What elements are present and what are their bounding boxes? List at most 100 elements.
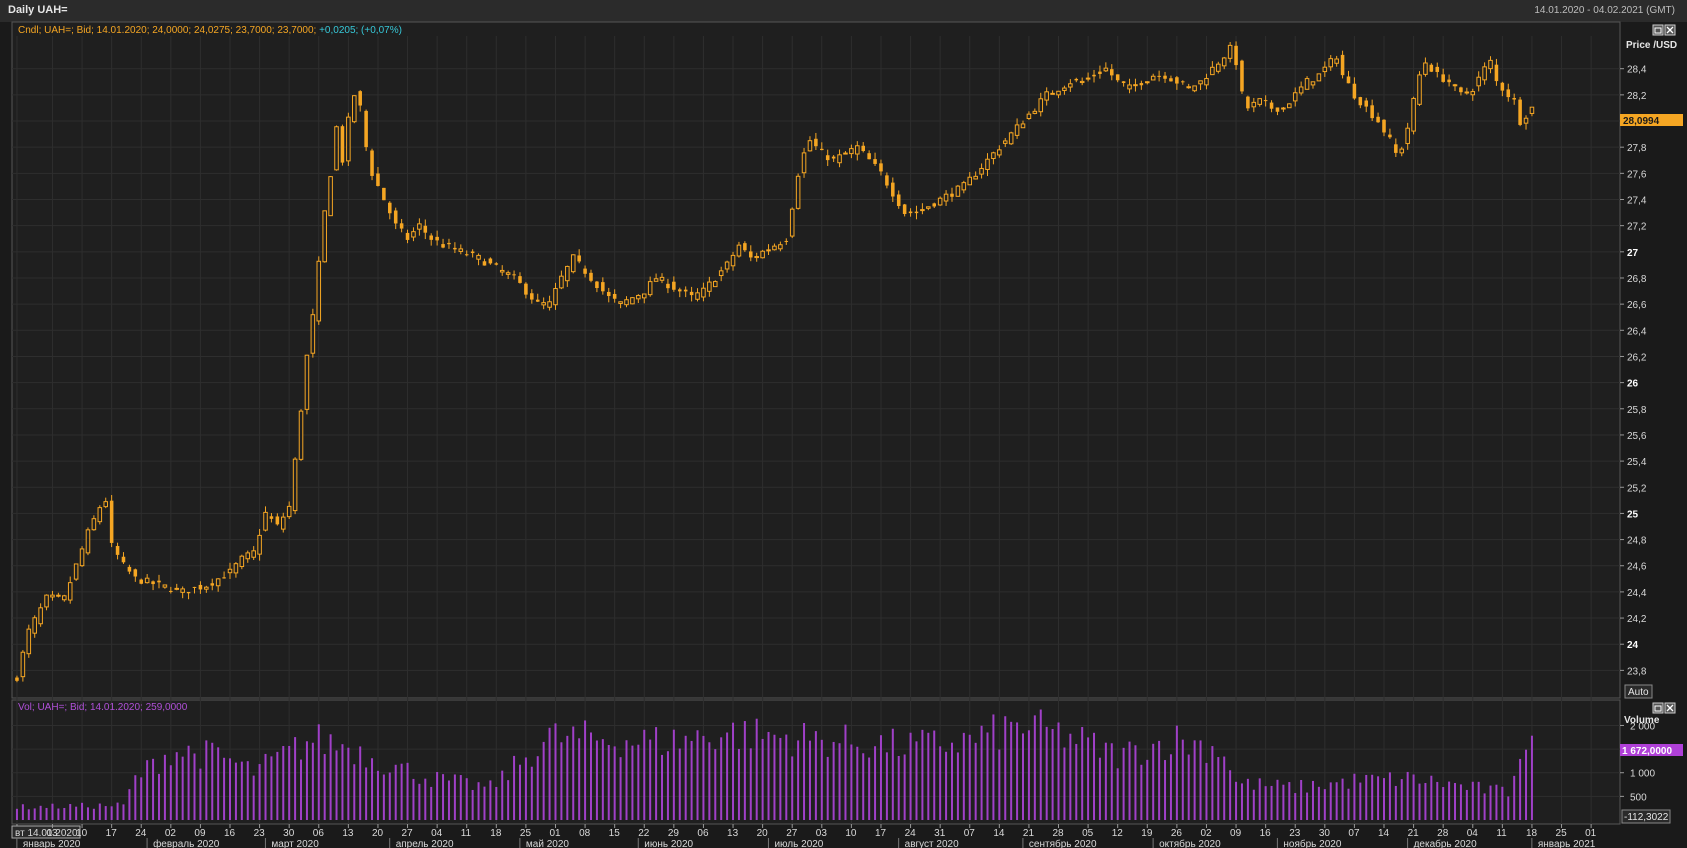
price-tick-label: 26,6 [1627, 300, 1647, 311]
volume-bar [157, 773, 160, 820]
volume-pane-close-icon[interactable] [1664, 702, 1676, 714]
volume-bar [803, 723, 806, 820]
volume-bar [229, 758, 232, 820]
candle [1287, 103, 1292, 109]
volume-bar [92, 808, 95, 820]
candle [1411, 96, 1416, 135]
volume-bar [524, 757, 527, 820]
volume-bar [146, 760, 149, 820]
chart-area[interactable]: Cndl; UAH=; Bid; 14.01.2020; 24,0000; 24… [0, 0, 1687, 848]
volume-bar [536, 756, 539, 820]
auto-button[interactable]: Auto [1624, 684, 1653, 699]
time-tick-label: 16 [1260, 828, 1272, 839]
volume-bar [1158, 740, 1161, 820]
volume-bar [1027, 730, 1030, 820]
volume-bar [1507, 796, 1510, 820]
volume-bar [240, 761, 243, 820]
time-tick-label: 28 [1437, 828, 1449, 839]
volume-bar [625, 740, 628, 820]
volume-bar [371, 758, 374, 820]
volume-bar [542, 741, 545, 820]
volume-bar [1501, 786, 1504, 820]
last-price-label: 28,0994 [1623, 116, 1660, 127]
volume-bar [181, 756, 184, 820]
volume-bar [1454, 782, 1457, 820]
volume-bar [720, 737, 723, 820]
volume-bar [122, 804, 125, 820]
last-price-marker: 28,0994 [1620, 114, 1683, 127]
volume-bar [897, 755, 900, 820]
volume-bar [382, 774, 385, 820]
volume-bar [300, 759, 303, 820]
candle [109, 495, 114, 548]
volume-bar [140, 777, 143, 820]
volume-bar [643, 729, 646, 820]
volume-bar [1093, 732, 1096, 820]
volume-bar [489, 780, 492, 820]
time-tick-label: 20 [372, 828, 384, 839]
candle [334, 125, 339, 171]
volume-bar [1223, 756, 1226, 820]
price-tick-label: 25,4 [1627, 457, 1647, 468]
time-tick-label: 10 [76, 828, 88, 839]
month-label: декабрь 2020 [1414, 838, 1478, 848]
volume-bar [282, 746, 285, 820]
volume-bar [388, 772, 391, 820]
volume-bar [33, 808, 36, 820]
volume-bar [258, 764, 261, 820]
volume-bar [903, 754, 906, 820]
volume-bar [572, 726, 575, 820]
volume-bar [1412, 774, 1415, 820]
volume-bar [341, 744, 344, 820]
volume-tick-label: 500 [1630, 792, 1647, 803]
price-tick-label: 24,2 [1627, 614, 1647, 625]
time-tick-label: 18 [490, 828, 502, 839]
volume-bar [1240, 783, 1243, 820]
time-tick-label: 01 [549, 828, 561, 839]
volume-bar [288, 745, 291, 820]
volume-bar [1424, 783, 1427, 820]
volume-bar [1347, 788, 1350, 820]
time-tick-label: 23 [254, 828, 266, 839]
time-tick-label: 22 [638, 828, 650, 839]
volume-bar [1063, 747, 1066, 820]
price-tick-label: 27,8 [1627, 143, 1647, 154]
volume-bar [998, 749, 1001, 820]
candle [1008, 131, 1014, 145]
price-pane-restore-icon[interactable] [1652, 24, 1664, 36]
month-label: май 2020 [526, 839, 569, 848]
volume-bar [1495, 784, 1498, 820]
time-tick-label: 04 [1467, 828, 1479, 839]
time-tick-label: 10 [845, 828, 857, 839]
volume-bar [1258, 778, 1261, 820]
candle [937, 196, 943, 206]
volume-bar [980, 725, 983, 820]
last-volume-marker: 1 672,0000 [1620, 744, 1683, 757]
volume-bar [1341, 778, 1344, 820]
volume-bar [956, 752, 959, 820]
candle [352, 95, 357, 124]
time-tick-label: 16 [224, 828, 236, 839]
candle [1417, 71, 1422, 106]
volume-bar [75, 806, 78, 820]
volume-bar [483, 786, 486, 820]
volume-bar [359, 746, 362, 820]
price-tick-label: 24,4 [1627, 588, 1647, 599]
time-tick-label: 02 [1200, 828, 1212, 839]
price-pane-close-icon[interactable] [1664, 24, 1676, 36]
volume-bar [838, 743, 841, 820]
volume-bar [104, 806, 107, 820]
volume-bar [1276, 779, 1279, 820]
volume-bar [169, 765, 172, 820]
volume-bar [1442, 787, 1445, 820]
candle [1240, 59, 1244, 94]
time-tick-label: 02 [165, 828, 177, 839]
volume-bar [15, 808, 18, 820]
last-volume-label: 1 672,0000 [1622, 746, 1672, 757]
volume-bar [98, 803, 101, 820]
volume-tick-label: 2 000 [1630, 721, 1655, 732]
volume-bar [820, 739, 823, 820]
volume-bar [933, 730, 936, 820]
price-pane[interactable] [11, 21, 1621, 699]
volume-pane-restore-icon[interactable] [1652, 702, 1664, 714]
